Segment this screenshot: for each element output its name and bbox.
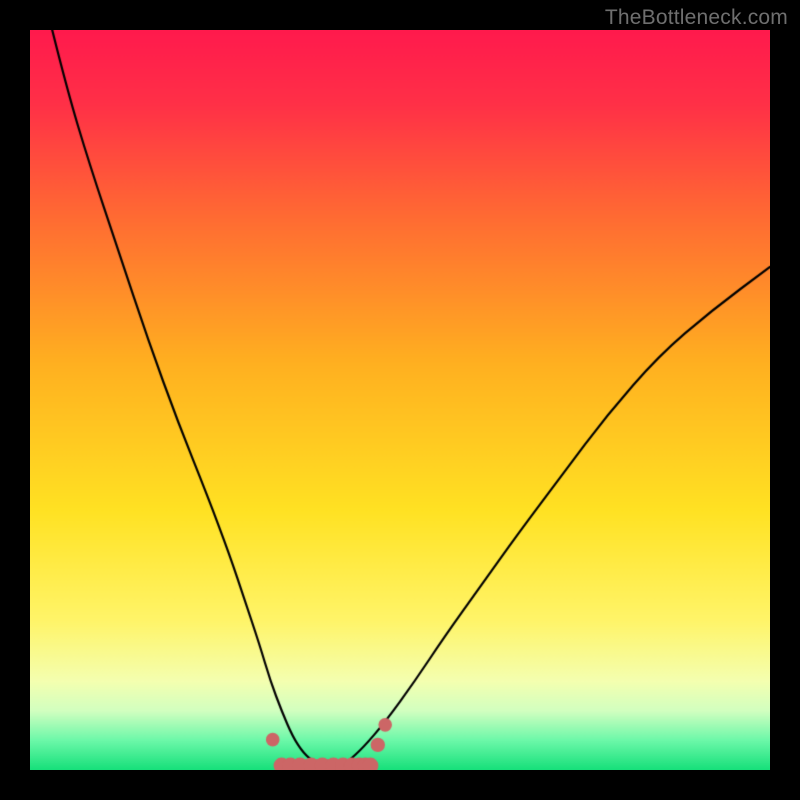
watermark-text: TheBottleneck.com	[605, 6, 788, 30]
bottleneck-curve	[30, 30, 770, 770]
chart-stage: TheBottleneck.com	[0, 0, 800, 800]
